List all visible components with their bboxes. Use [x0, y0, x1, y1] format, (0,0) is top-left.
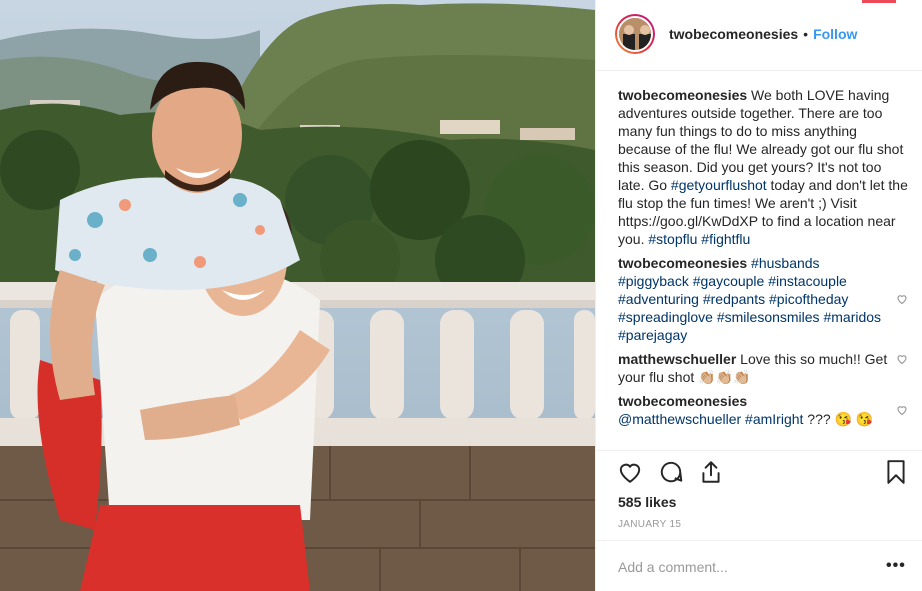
hashtag-link[interactable]: #fightflu	[701, 231, 750, 247]
caption-username[interactable]: twobecomeonesies	[618, 87, 747, 103]
comment-bubble-icon[interactable]	[658, 459, 684, 485]
comment-item: matthewschueller Love this so much!! Get…	[618, 350, 908, 386]
comment-username[interactable]: twobecomeonesies	[618, 255, 747, 271]
username-link[interactable]: twobecomeonesies	[669, 26, 798, 42]
hashtag-link[interactable]: #piggyback	[618, 273, 689, 289]
post-photo-image	[0, 0, 595, 591]
heart-outline-icon[interactable]	[617, 459, 643, 485]
likes-count[interactable]: 585 likes	[618, 494, 676, 510]
share-arrow-icon[interactable]	[698, 459, 724, 485]
small-heart-icon[interactable]	[896, 353, 908, 365]
bookmark-icon[interactable]	[883, 459, 909, 485]
small-heart-icon[interactable]	[896, 293, 908, 305]
separator-dot: •	[803, 26, 809, 42]
hashtag-link[interactable]: #amIright	[745, 411, 803, 427]
caption: twobecomeonesies We both LOVE having adv…	[618, 86, 908, 248]
header-divider	[595, 70, 922, 71]
comment-item: twobecomeonesies #husbands #piggyback #g…	[618, 254, 908, 344]
hashtag-link[interactable]: #picoftheday	[769, 291, 848, 307]
comments-list: twobecomeonesies We both LOVE having adv…	[618, 86, 908, 434]
hashtag-link[interactable]: #maridos	[823, 309, 881, 325]
actions-divider	[595, 450, 922, 451]
add-comment-input[interactable]: Add a comment...	[618, 559, 728, 575]
hashtag-link[interactable]: #getyourflushot	[671, 177, 767, 193]
comment-item: twobecomeonesies @matthewschueller #amIr…	[618, 392, 908, 428]
follow-button[interactable]: Follow	[813, 26, 857, 42]
post-header: twobecomeonesies • Follow	[615, 12, 857, 56]
comment-divider	[595, 540, 922, 541]
mention-link[interactable]: @matthewschueller	[618, 411, 741, 427]
hashtag-link[interactable]: #gaycouple	[693, 273, 765, 289]
avatar[interactable]	[615, 14, 655, 54]
hashtag-link[interactable]: #spreadinglove	[618, 309, 713, 325]
hashtag-link[interactable]: #husbands	[751, 255, 820, 271]
hashtag-link[interactable]: #stopflu	[648, 231, 697, 247]
action-bar	[617, 459, 909, 487]
notification-mark	[862, 0, 896, 3]
hashtag-link[interactable]: #redpants	[703, 291, 765, 307]
hashtag-link[interactable]: #instacouple	[768, 273, 847, 289]
post-date[interactable]: JANUARY 15	[618, 519, 681, 530]
comment-text: ??? 😘 😘	[803, 411, 874, 427]
small-heart-icon[interactable]	[896, 404, 908, 416]
avatar-image	[617, 16, 653, 52]
post-photo[interactable]	[0, 0, 595, 591]
hashtag-link[interactable]: #parejagay	[618, 327, 687, 343]
more-options-button[interactable]: •••	[886, 557, 906, 575]
hashtag-link[interactable]: #adventuring	[618, 291, 699, 307]
comment-username[interactable]: twobecomeonesies	[618, 393, 747, 409]
comment-username[interactable]: matthewschueller	[618, 351, 736, 367]
hashtag-link[interactable]: #smilesonsmiles	[717, 309, 820, 325]
